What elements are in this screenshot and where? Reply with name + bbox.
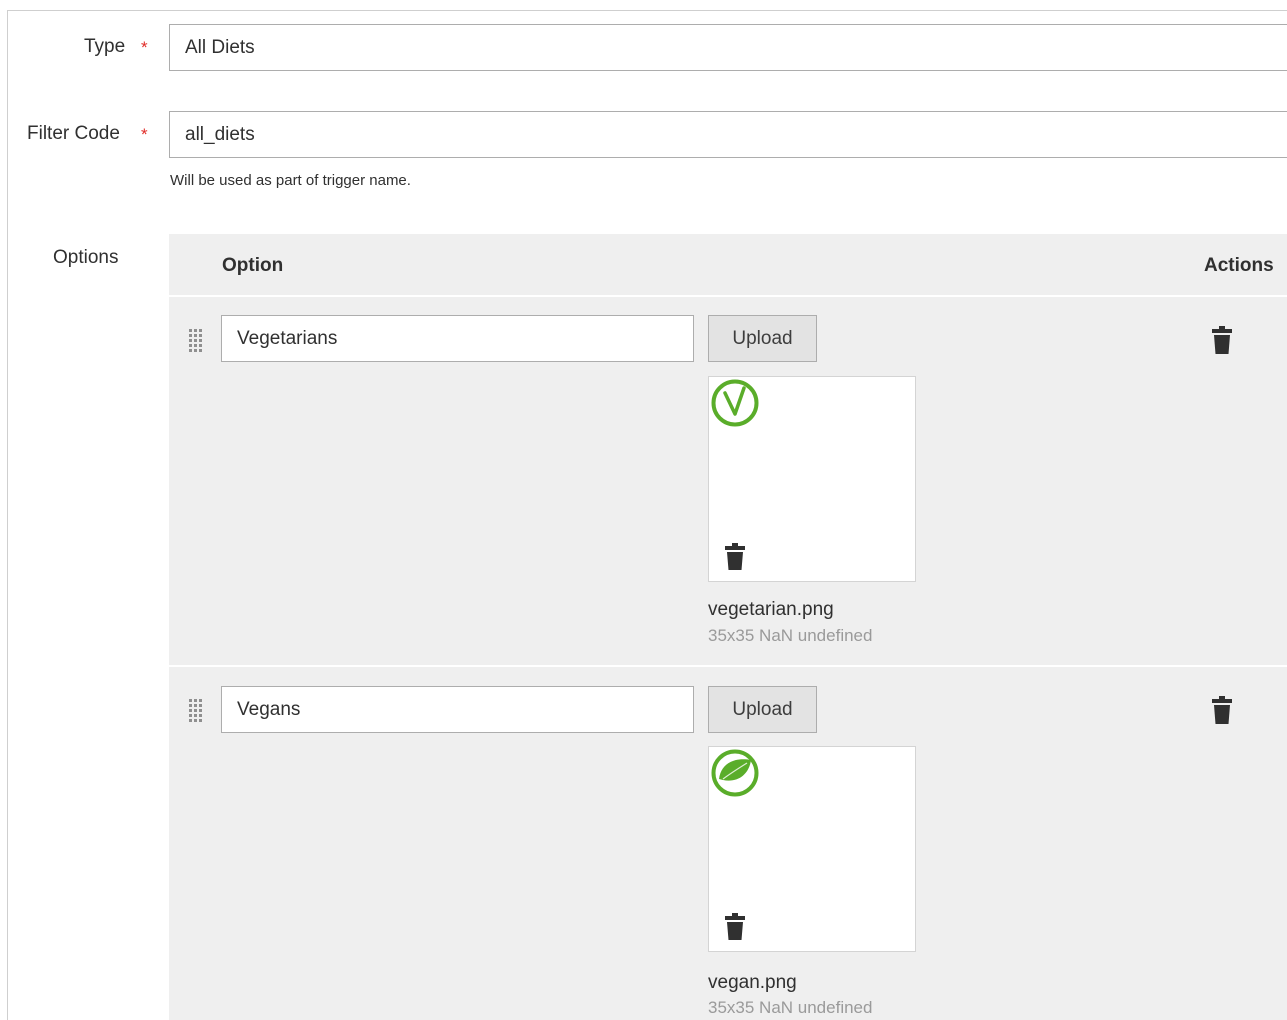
options-table-header: Option Actions — [169, 234, 1287, 297]
row-divider — [169, 665, 1287, 667]
image-preview — [708, 746, 916, 952]
option-value-input[interactable] — [221, 315, 694, 362]
file-name: vegan.png — [708, 972, 797, 993]
file-name: vegetarian.png — [708, 599, 834, 620]
type-input[interactable] — [169, 24, 1287, 71]
options-label: Options — [53, 247, 119, 268]
column-header-option: Option — [222, 255, 284, 276]
vegan-leaf-icon — [711, 749, 759, 797]
filter-code-input[interactable] — [169, 111, 1287, 158]
column-header-actions: Actions — [1204, 255, 1274, 276]
type-required-mark: * — [141, 38, 148, 57]
delete-image-icon[interactable] — [725, 913, 745, 940]
filter-code-required-mark: * — [141, 125, 148, 144]
upload-button[interactable]: Upload — [708, 315, 817, 362]
type-label: Type — [84, 36, 126, 57]
filter-code-label: Filter Code — [27, 123, 120, 144]
file-meta: 35x35 NaN undefined — [708, 998, 873, 1017]
image-preview — [708, 376, 916, 582]
upload-button[interactable]: Upload — [708, 686, 817, 733]
filter-code-note: Will be used as part of trigger name. — [170, 172, 411, 189]
drag-handle-icon[interactable] — [189, 329, 203, 355]
vegetarian-v-icon — [711, 379, 759, 427]
delete-row-icon[interactable] — [1212, 696, 1232, 724]
delete-image-icon[interactable] — [725, 543, 745, 570]
options-table: Option Actions Upload vegetarian.png 35x… — [169, 234, 1287, 1020]
option-value-input[interactable] — [221, 686, 694, 733]
file-meta: 35x35 NaN undefined — [708, 626, 873, 645]
delete-row-icon[interactable] — [1212, 326, 1232, 354]
drag-handle-icon[interactable] — [189, 699, 203, 725]
